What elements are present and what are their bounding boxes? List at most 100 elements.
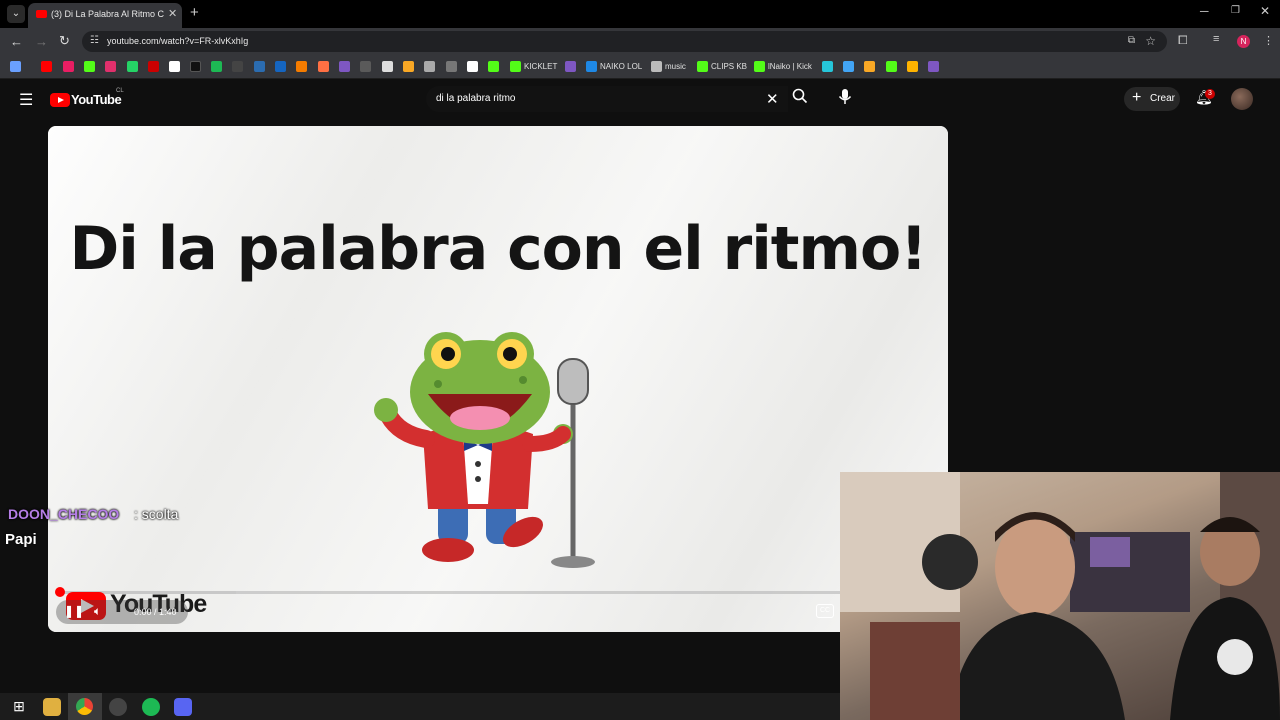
bookmark-kicklet[interactable]: KICKLET	[524, 62, 557, 71]
music-icon[interactable]	[651, 61, 662, 72]
media-control-icon[interactable]: ≡	[1213, 33, 1219, 45]
webcam-scene	[840, 472, 1280, 720]
tiktok-bookmark-icon[interactable]	[190, 61, 201, 72]
bookmark-icon[interactable]	[467, 61, 478, 72]
reload-button[interactable]: ↻	[59, 33, 70, 49]
notification-badge: 3	[1205, 89, 1215, 99]
create-button[interactable]: + Crear	[1124, 87, 1180, 111]
instagram-bookmark-icon[interactable]	[105, 61, 116, 72]
clips-kb-icon[interactable]	[697, 61, 708, 72]
spotify-icon[interactable]	[142, 698, 160, 716]
tab-close-icon[interactable]: ✕	[168, 7, 177, 20]
youtube-header: ☰ YouTube CL ✕ + Crear 🔔︎ 3	[0, 80, 1280, 120]
url-text[interactable]: youtube.com/watch?v=FR-xlvKxhIg	[107, 36, 248, 46]
search-input[interactable]	[436, 93, 736, 104]
bookmarks-bar: KICKLET NAIKO LOL music CLIPS KB lNaiko …	[0, 55, 1280, 79]
address-bar[interactable]: ☷ youtube.com/watch?v=FR-xlvKxhIg ⧉ ☆	[82, 31, 1167, 52]
discord-icon[interactable]	[174, 698, 192, 716]
bookmark-icon[interactable]	[275, 61, 286, 72]
youtube-logo-text[interactable]: YouTube	[71, 92, 122, 107]
apps-icon[interactable]	[10, 61, 21, 72]
bookmark-icon[interactable]	[886, 61, 897, 72]
bookmark-icon[interactable]	[318, 61, 329, 72]
scrubber-handle[interactable]	[55, 587, 65, 597]
plus-icon: +	[1132, 89, 1142, 106]
bookmark-naiko-lol[interactable]: NAIKO LOL	[600, 62, 642, 71]
bookmark-icon[interactable]	[339, 61, 350, 72]
chat-username: DOON_CHECOO	[8, 506, 120, 522]
bookmark-icon[interactable]	[424, 61, 435, 72]
spotify-bookmark-icon[interactable]	[211, 61, 222, 72]
install-app-icon[interactable]: ⧉	[1128, 35, 1135, 46]
bookmark-icon[interactable]	[907, 61, 918, 72]
window-minimize-button[interactable]: ─	[1200, 4, 1209, 18]
bookmark-icon[interactable]	[232, 61, 243, 72]
create-label: Crear	[1150, 93, 1176, 104]
bookmark-icon[interactable]	[446, 61, 457, 72]
profile-avatar[interactable]: N	[1237, 35, 1250, 48]
site-info-icon[interactable]: ☷	[90, 35, 99, 46]
subtitles-icon[interactable]: CC	[816, 604, 834, 618]
back-button[interactable]: ←	[10, 34, 23, 49]
chrome-menu-icon[interactable]: ⋮	[1263, 34, 1274, 47]
naiko-lol-icon[interactable]	[586, 61, 597, 72]
account-avatar[interactable]	[1231, 88, 1253, 110]
browser-tab-active[interactable]: (3) Di La Palabra Al Ritmo C ✕	[28, 3, 182, 28]
bookmark-icon[interactable]	[843, 61, 854, 72]
bookmark-icon[interactable]	[403, 61, 414, 72]
new-tab-button[interactable]: +	[190, 4, 199, 21]
x-bookmark-icon[interactable]	[169, 61, 180, 72]
bookmark-clips-kb[interactable]: CLIPS KB	[711, 62, 747, 71]
bookmark-icon[interactable]	[148, 61, 159, 72]
search-box[interactable]	[426, 86, 788, 112]
file-explorer-icon[interactable]	[43, 698, 61, 716]
kick-icon[interactable]	[754, 61, 765, 72]
chrome-taskbar-item[interactable]	[68, 693, 102, 720]
chat-message: : scolta	[134, 506, 179, 522]
taskbar: ⊞	[0, 693, 840, 720]
kicklet-icon[interactable]	[510, 61, 521, 72]
chrome-icon	[76, 698, 93, 715]
singing-frog-illustration	[374, 332, 595, 568]
stream-overlay-name: Papi	[5, 531, 37, 548]
windows-start-icon[interactable]: ⊞	[10, 698, 28, 716]
bookmark-icon[interactable]	[382, 61, 393, 72]
time-display: 0:00 / 1:40	[134, 607, 177, 617]
window-close-button[interactable]: ✕	[1260, 4, 1270, 18]
microphone-icon[interactable]	[837, 88, 861, 112]
browser-toolbar: ← → ↻ ☷ youtube.com/watch?v=FR-xlvKxhIg …	[0, 28, 1280, 55]
youtube-bookmark-icon[interactable]	[41, 61, 52, 72]
webcam-feed	[840, 472, 1280, 720]
bookmark-icon[interactable]	[488, 61, 499, 72]
kick-bookmark-icon[interactable]	[84, 61, 95, 72]
tab-title: (3) Di La Palabra Al Ritmo C	[51, 9, 165, 19]
extensions-icon[interactable]: ⧠	[1178, 33, 1188, 48]
clear-search-icon[interactable]: ✕	[766, 90, 779, 108]
youtube-logo-icon[interactable]	[50, 93, 70, 107]
bookmark-star-icon[interactable]: ☆	[1145, 34, 1156, 48]
obs-icon[interactable]	[109, 698, 127, 716]
menu-icon[interactable]: ☰	[19, 90, 33, 110]
video-title-overlay: Di la palabra con el ritmo!	[69, 214, 927, 284]
bookmark-icon[interactable]	[565, 61, 576, 72]
bookmark-icon[interactable]	[296, 61, 307, 72]
bookmark-icon[interactable]	[928, 61, 939, 72]
whatsapp-bookmark-icon[interactable]	[127, 61, 138, 72]
bookmark-icon[interactable]	[822, 61, 833, 72]
bookmark-icon[interactable]	[63, 61, 74, 72]
video-player[interactable]: Di la palabra con el ritmo! YouTube ❚❚ 🔈…	[48, 126, 948, 632]
pause-icon[interactable]: ❚❚	[64, 604, 84, 618]
forward-button[interactable]: →	[35, 34, 48, 49]
bookmark-naiko-kick[interactable]: lNaiko | Kick	[768, 62, 812, 71]
youtube-favicon-icon	[36, 10, 47, 18]
bookmark-music[interactable]: music	[665, 62, 686, 71]
browser-tab-strip: ⌄ (3) Di La Palabra Al Ritmo C ✕ + ─ ❐ ✕	[0, 0, 1280, 28]
country-code: CL	[116, 88, 124, 94]
tab-search-button[interactable]: ⌄	[7, 5, 25, 23]
bookmark-icon[interactable]	[360, 61, 371, 72]
volume-icon[interactable]: 🔈︎	[94, 604, 101, 619]
search-icon[interactable]	[792, 88, 816, 112]
bookmark-icon[interactable]	[864, 61, 875, 72]
window-restore-button[interactable]: ❐	[1231, 5, 1240, 16]
bookmark-icon[interactable]	[254, 61, 265, 72]
